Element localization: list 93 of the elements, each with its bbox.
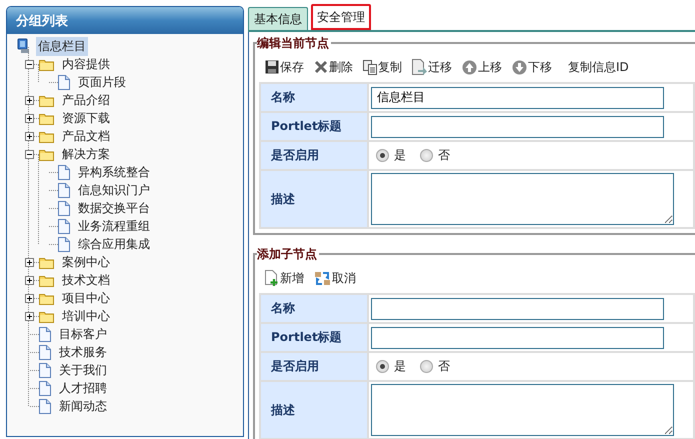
text-area[interactable]: [371, 384, 674, 436]
page-icon: [58, 182, 70, 198]
tree-item[interactable]: 页面片段: [76, 72, 128, 92]
copy-icon: [363, 60, 377, 74]
folder-icon: [39, 94, 54, 106]
tree-item[interactable]: 技术服务: [57, 342, 109, 362]
field-label: Portlet标题: [260, 323, 368, 352]
tree-item[interactable]: 内容提供: [60, 54, 112, 74]
input-field[interactable]: 信息栏目: [371, 86, 664, 108]
field-label: Portlet标题: [260, 112, 368, 141]
tree-item[interactable]: 数据交换平台: [76, 198, 152, 218]
expand-toggle[interactable]: [25, 114, 34, 122]
field-label: 名称: [260, 83, 368, 112]
expand-toggle[interactable]: [25, 312, 34, 320]
folder-icon: [39, 130, 54, 142]
add-page-icon: [265, 270, 279, 286]
radio-label[interactable]: 否: [438, 147, 450, 164]
save-icon: [265, 60, 279, 74]
input-field[interactable]: [371, 326, 664, 348]
field-label: 描述: [260, 381, 368, 439]
page-icon: [58, 236, 70, 252]
folder-icon: [39, 256, 54, 268]
folder-icon: [39, 112, 54, 124]
radio-button[interactable]: [420, 149, 433, 162]
tree-item[interactable]: 新闻动态: [57, 396, 109, 416]
folder-icon: [39, 292, 54, 304]
radio-label[interactable]: 否: [438, 358, 450, 375]
section-title: 编辑当前节点: [257, 36, 331, 50]
tree-item[interactable]: 目标客户: [57, 324, 109, 344]
tree-item[interactable]: 解决方案: [60, 144, 112, 164]
tree-item[interactable]: 产品文档: [60, 126, 112, 146]
folder-icon: [39, 274, 54, 286]
expand-toggle[interactable]: [25, 132, 34, 140]
tree-item[interactable]: 资源下载: [60, 108, 112, 128]
tree-item[interactable]: 技术文档: [60, 270, 112, 290]
panel-title: 分组列表: [7, 7, 243, 34]
radio-button[interactable]: [376, 149, 389, 162]
folder-icon: [39, 310, 54, 322]
toolbar-button[interactable]: 下移: [512, 58, 552, 76]
radio-label[interactable]: 是: [394, 147, 406, 164]
radio-button[interactable]: [376, 360, 389, 373]
tree-item[interactable]: 异构系统整合: [76, 162, 152, 182]
section-title: 添加子节点: [257, 247, 319, 261]
page-icon: [58, 218, 70, 234]
tree-item[interactable]: 综合应用集成: [76, 234, 152, 254]
field-label: 是否启用: [260, 141, 368, 170]
toolbar-button[interactable]: 上移: [462, 58, 502, 76]
folder-icon: [39, 148, 54, 160]
tree-item[interactable]: 人才招聘: [57, 378, 109, 398]
text-area[interactable]: [371, 173, 674, 225]
field-label: 是否启用: [260, 352, 368, 381]
toolbar-button[interactable]: 迁移: [412, 58, 452, 76]
move-icon: [412, 59, 427, 75]
field-label: 描述: [260, 170, 368, 228]
page-icon: [58, 164, 70, 180]
expand-toggle[interactable]: [25, 60, 34, 68]
tree-item[interactable]: 信息栏目: [36, 36, 88, 56]
folder-icon: [39, 58, 54, 70]
page-icon: [58, 200, 70, 216]
tree-item[interactable]: 案例中心: [60, 252, 112, 272]
tree-item[interactable]: 培训中心: [60, 306, 112, 326]
input-field[interactable]: [371, 116, 664, 138]
page-icon: [39, 326, 51, 342]
tree-item[interactable]: 业务流程重组: [76, 216, 152, 236]
delete-icon: [314, 60, 328, 74]
expand-toggle[interactable]: [25, 258, 34, 266]
tree-item[interactable]: 信息知识门户: [76, 180, 152, 200]
page-icon: [39, 380, 51, 396]
page-icon: [39, 344, 51, 360]
refresh-icon: [314, 270, 331, 286]
toolbar-button[interactable]: 复制信息ID: [568, 58, 629, 76]
tree-item[interactable]: 项目中心: [60, 288, 112, 308]
toolbar-button[interactable]: 保存: [265, 58, 304, 76]
expand-toggle[interactable]: [25, 294, 34, 302]
computer-icon: [16, 38, 30, 54]
expand-toggle[interactable]: [25, 96, 34, 104]
toolbar-button[interactable]: 复制: [363, 58, 402, 76]
tree-item[interactable]: 产品介绍: [60, 90, 112, 110]
page-icon: [58, 74, 70, 90]
expand-toggle[interactable]: [25, 276, 34, 284]
toolbar-button[interactable]: 新增: [265, 270, 304, 286]
tree-item[interactable]: 关于我们: [57, 360, 109, 380]
page-icon: [39, 398, 51, 414]
toolbar-button[interactable]: 取消: [314, 270, 356, 286]
radio-button[interactable]: [420, 360, 433, 373]
tab[interactable]: 安全管理: [311, 4, 371, 30]
toolbar-button[interactable]: 删除: [314, 58, 353, 76]
tab[interactable]: 基本信息: [248, 7, 308, 30]
radio-label[interactable]: 是: [394, 358, 406, 375]
field-label: 名称: [260, 294, 368, 323]
input-field[interactable]: [371, 298, 664, 320]
page-icon: [39, 362, 51, 378]
expand-toggle[interactable]: [25, 150, 34, 158]
